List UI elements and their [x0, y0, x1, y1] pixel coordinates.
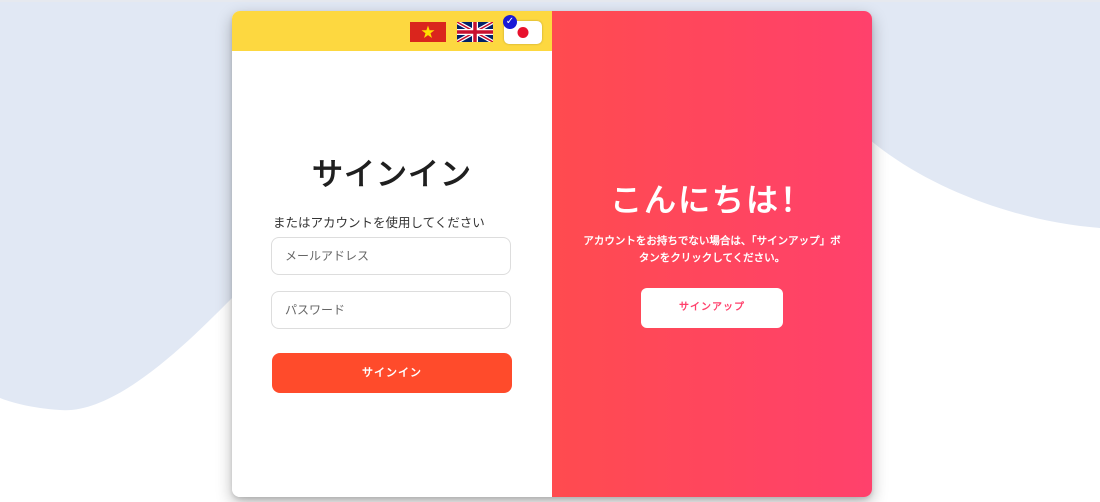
email-field[interactable] [271, 237, 511, 275]
page: ✓ サインイン またはアカウントを使用してください サインイン こんにちは！ ア… [0, 0, 1100, 502]
signin-subtitle: またはアカウントを使用してください [273, 215, 485, 230]
japan-flag-icon[interactable]: ✓ [503, 15, 542, 44]
uk-flag-icon[interactable] [457, 22, 493, 42]
language-bar: ✓ [232, 11, 552, 51]
welcome-text: アカウントをお持ちでない場合は、「サインアップ」ボタンをクリックしてください。 [583, 235, 841, 264]
signin-title: サインイン [312, 157, 472, 193]
auth-card: ✓ サインイン またはアカウントを使用してください サインイン こんにちは！ ア… [232, 11, 872, 497]
selected-check-icon: ✓ [503, 15, 517, 29]
signin-button[interactable]: サインイン [272, 353, 512, 393]
vietnam-flag-icon[interactable] [410, 22, 446, 42]
welcome-title: こんにちは！ [609, 181, 814, 219]
welcome-panel: こんにちは！ アカウントをお持ちでない場合は、「サインアップ」ボタンをクリックし… [552, 11, 872, 497]
signup-button[interactable]: サインアップ [641, 288, 783, 328]
password-field[interactable] [271, 291, 511, 329]
signin-panel: ✓ サインイン またはアカウントを使用してください サインイン [232, 11, 552, 497]
